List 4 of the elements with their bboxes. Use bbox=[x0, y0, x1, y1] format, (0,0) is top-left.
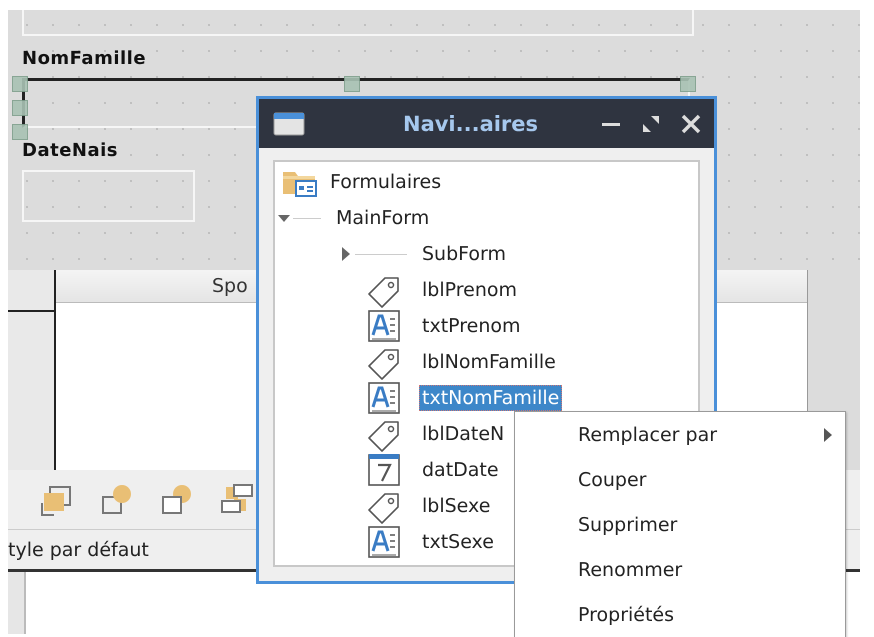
window-title: Navi...aires bbox=[403, 112, 540, 136]
field-label: DateNais bbox=[22, 140, 118, 162]
page-style-label: tyle par défaut bbox=[8, 538, 149, 560]
field-label: NomFamille bbox=[22, 48, 146, 70]
